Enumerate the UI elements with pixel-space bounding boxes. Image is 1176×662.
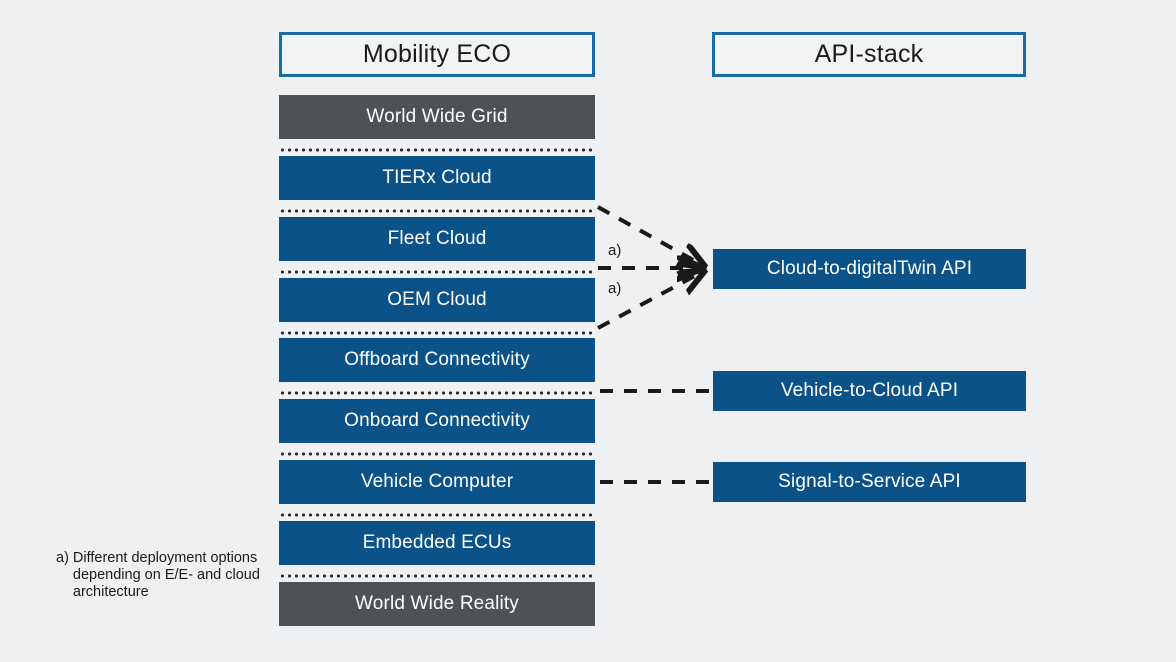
stack-separator [279, 391, 595, 395]
stack-layer-label: Vehicle Computer [360, 471, 514, 492]
stack-layer-fleet-cloud[interactable]: Fleet Cloud [279, 217, 595, 261]
stack-separator [279, 331, 595, 335]
stack-separator [279, 148, 595, 152]
stack-separator [279, 270, 595, 274]
stack-layer-world-wide-reality[interactable]: World Wide Reality [279, 582, 595, 626]
column-header-api-stack: API-stack [712, 32, 1026, 77]
footnote: a) Different deployment options dependin… [56, 550, 271, 601]
stack-layer-world-wide-grid[interactable]: World Wide Grid [279, 95, 595, 139]
stack-separator [279, 452, 595, 456]
diagram-canvas: Mobility ECO API-stack World Wide Grid T… [0, 0, 1176, 662]
footnote-marker: a) [56, 550, 69, 566]
column-header-mobility-eco: Mobility ECO [279, 32, 595, 77]
api-box-vehicle-to-cloud[interactable]: Vehicle-to-Cloud API [713, 371, 1026, 411]
footnote-marker-fleet-cloud: a) [608, 242, 622, 259]
api-box-label: Signal-to-Service API [778, 471, 961, 492]
stack-separator [279, 513, 595, 517]
api-box-signal-to-service[interactable]: Signal-to-Service API [713, 462, 1026, 502]
api-box-label: Cloud-to-digitalTwin API [766, 258, 973, 279]
footnote-marker-oem-cloud: a) [608, 280, 622, 297]
stack-layer-offboard-connectivity[interactable]: Offboard Connectivity [279, 338, 595, 382]
stack-layer-label: OEM Cloud [387, 289, 487, 310]
stack-layer-label: Embedded ECUs [362, 532, 512, 553]
stack-layer-embedded-ecus[interactable]: Embedded ECUs [279, 521, 595, 565]
stack-layer-label: Fleet Cloud [387, 228, 487, 249]
stack-layer-label: TIERx Cloud [382, 167, 492, 188]
api-box-cloud-to-digitaltwin[interactable]: Cloud-to-digitalTwin API [713, 249, 1026, 289]
column-header-mobility-eco-label: Mobility ECO [362, 40, 512, 68]
stack-layer-vehicle-computer[interactable]: Vehicle Computer [279, 460, 595, 504]
stack-separator [279, 574, 595, 578]
api-box-label: Vehicle-to-Cloud API [780, 380, 959, 401]
stack-separator [279, 209, 595, 213]
footnote-text: Different deployment options depending o… [72, 550, 260, 601]
column-header-api-stack-label: API-stack [814, 40, 924, 68]
stack-layer-label: Onboard Connectivity [344, 410, 530, 431]
stack-layer-oem-cloud[interactable]: OEM Cloud [279, 278, 595, 322]
stack-layer-label: Offboard Connectivity [344, 349, 530, 370]
stack-layer-label: World Wide Grid [366, 106, 508, 127]
stack-layer-label: World Wide Reality [355, 593, 519, 614]
stack-layer-onboard-connectivity[interactable]: Onboard Connectivity [279, 399, 595, 443]
stack-layer-tierx-cloud[interactable]: TIERx Cloud [279, 156, 595, 200]
